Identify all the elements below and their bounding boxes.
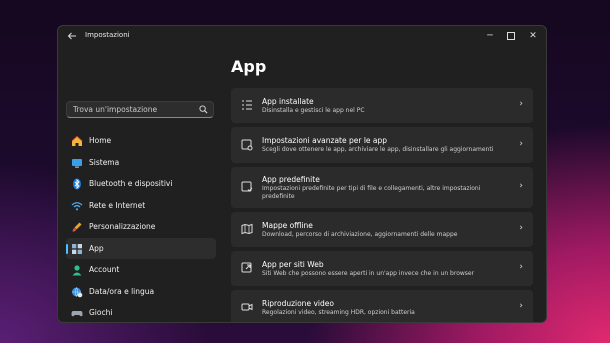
chevron-right-icon: › <box>519 301 523 311</box>
card-description: Scegli dove ottenere le app, archiviare … <box>262 146 494 153</box>
maximize-icon <box>507 32 515 40</box>
sidebar-item-personalizzazione[interactable]: Personalizzazione <box>66 216 216 238</box>
chevron-right-icon: › <box>519 223 523 233</box>
sidebar-item-label: Home <box>89 136 112 145</box>
bluetooth-icon <box>73 178 81 190</box>
settings-list: App installate Disinstalla e gestisci le… <box>231 88 533 322</box>
sidebar-item-account[interactable]: Account <box>66 259 216 281</box>
card-description: Download, percorso di archiviazione, agg… <box>262 231 458 238</box>
sidebar-item-label: Bluetooth e dispositivi <box>89 179 173 188</box>
gamepad-icon <box>71 311 83 317</box>
sidebar-item-bluetooth[interactable]: Bluetooth e dispositivi <box>66 173 216 195</box>
brush-icon <box>72 222 82 232</box>
minimize-icon: ─ <box>487 31 493 41</box>
sidebar-item-label: Personalizzazione <box>89 222 156 231</box>
card-app-siti-web[interactable]: App per siti Web Siti Web che possono es… <box>231 251 533 286</box>
card-title: App per siti Web <box>262 260 324 269</box>
arrow-left-icon <box>67 32 76 40</box>
list-icon <box>242 100 252 110</box>
card-title: Impostazioni avanzate per le app <box>262 136 388 145</box>
sidebar-item-data-ora[interactable]: Data/ora e lingua <box>66 281 216 303</box>
sidebar-nav: Home Sistema Bluetooth e dispositivi Ret… <box>66 130 216 322</box>
card-description: Impostazioni predefinite per tipi di fil… <box>262 185 481 200</box>
sidebar-item-home[interactable]: Home <box>66 130 216 152</box>
monitor-icon <box>72 158 82 168</box>
sidebar-item-giochi[interactable]: Giochi <box>66 302 216 322</box>
apps-icon <box>72 243 82 254</box>
window-title: Impostazioni <box>85 31 130 39</box>
chevron-right-icon: › <box>519 139 523 149</box>
sidebar-item-label: App <box>89 243 104 253</box>
sidebar-item-label: Data/ora e lingua <box>89 286 155 296</box>
sidebar-item-label: Sistema <box>89 157 120 167</box>
account-icon <box>72 265 82 276</box>
search-icon <box>199 105 208 114</box>
settings-window: Impostazioni ─ ✕ Trova un'impostazione H… <box>57 25 547 323</box>
card-impostazioni-avanzate[interactable]: Impostazioni avanzate per le app Scegli … <box>231 127 533 163</box>
card-title: Mappe offline <box>262 221 313 230</box>
card-title: Riproduzione video <box>262 299 334 308</box>
search-placeholder: Trova un'impostazione <box>73 105 158 114</box>
web-app-icon <box>241 262 252 273</box>
default-apps-icon <box>241 181 253 192</box>
active-indicator <box>66 243 68 254</box>
card-mappe-offline[interactable]: Mappe offline Download, percorso di arch… <box>231 212 533 247</box>
app-settings-icon <box>241 139 253 151</box>
home-icon <box>71 135 83 146</box>
chevron-right-icon: › <box>519 99 523 109</box>
card-description: Disinstalla e gestisci le app nel PC <box>262 107 365 114</box>
card-app-predefinite[interactable]: App predefinite Impostazioni predefinite… <box>231 167 533 208</box>
map-icon <box>241 223 253 235</box>
card-description: Siti Web che possono essere aperti in un… <box>262 270 475 277</box>
card-description: Regolazioni video, streaming HDR, opzion… <box>262 309 415 316</box>
minimize-button[interactable]: ─ <box>480 28 500 44</box>
card-title: App installate <box>262 97 314 106</box>
close-icon: ✕ <box>529 31 537 41</box>
chevron-right-icon: › <box>519 262 523 272</box>
sidebar-item-rete[interactable]: Rete e Internet <box>66 195 216 217</box>
sidebar-item-app[interactable]: App <box>66 237 216 259</box>
sidebar-item-label: Account <box>89 265 120 274</box>
search-input[interactable]: Trova un'impostazione <box>66 101 214 118</box>
chevron-right-icon: › <box>519 181 523 191</box>
wifi-icon <box>71 201 83 210</box>
page-title: App <box>231 57 267 76</box>
globe-clock-icon <box>72 286 83 297</box>
sidebar-item-label: Giochi <box>89 308 113 317</box>
card-riproduzione-video[interactable]: Riproduzione video Regolazioni video, st… <box>231 290 533 322</box>
maximize-button[interactable] <box>501 28 521 44</box>
card-title: App predefinite <box>262 175 320 184</box>
card-app-installate[interactable]: App installate Disinstalla e gestisci le… <box>231 88 533 123</box>
close-button[interactable]: ✕ <box>523 28 543 44</box>
video-icon <box>241 303 253 311</box>
sidebar-item-label: Rete e Internet <box>89 200 146 210</box>
title-bar: Impostazioni ─ ✕ <box>58 26 546 48</box>
back-button[interactable] <box>65 29 79 43</box>
sidebar-item-sistema[interactable]: Sistema <box>66 152 216 174</box>
